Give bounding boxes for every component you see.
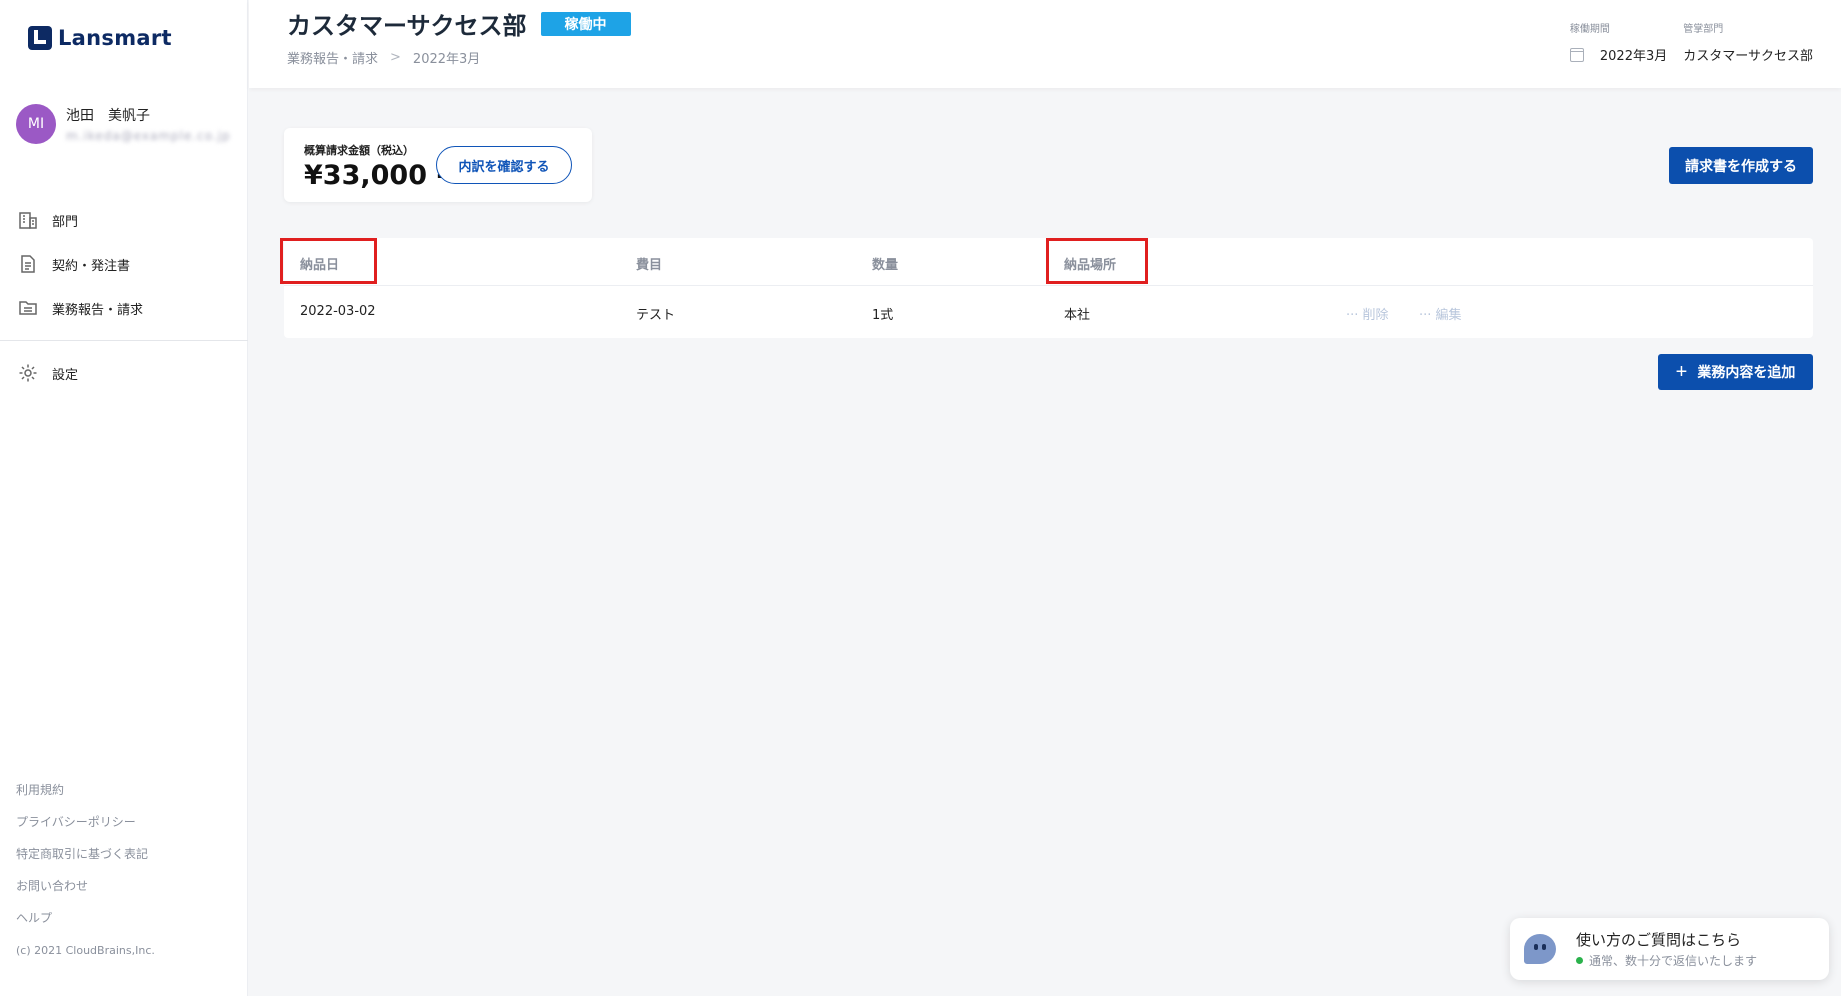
header-meta: 稼働期間 2022年3月 管掌部門 カスタマーサクセス部 xyxy=(1569,20,1813,64)
privacy-link[interactable]: プライバシーポリシー xyxy=(16,814,155,846)
chat-title: 使い方のご質問はこちら xyxy=(1576,931,1742,949)
sidebar-nav: 部門 契約・発注書 業務報告・請求 設定 xyxy=(0,198,248,395)
edit-button[interactable]: ··· 編集 xyxy=(1419,304,1462,323)
support-chat-widget[interactable]: 使い方のご質問はこちら 通常、数十分で返信いたします xyxy=(1510,918,1829,980)
nav-divider xyxy=(0,340,248,341)
breadcrumb: 業務報告・請求 > 2022年3月 xyxy=(287,48,480,67)
period-block: 稼働期間 2022年3月 xyxy=(1569,20,1668,64)
cell-qty: 1式 xyxy=(872,308,894,323)
sidebar-item-contracts[interactable]: 契約・発注書 xyxy=(0,242,248,286)
help-link[interactable]: ヘルプ xyxy=(16,910,155,942)
add-task-button[interactable]: + 業務内容を追加 xyxy=(1658,354,1813,390)
copyright: (c) 2021 CloudBrains,Inc. xyxy=(16,944,155,957)
table-row: 2022-03-02 テスト 1式 本社 ··· 削除 ··· 編集 xyxy=(284,286,1813,338)
sidebar-item-label: 部門 xyxy=(52,214,79,230)
user-name: 池田 美帆子 xyxy=(66,108,150,124)
chat-subtitle: 通常、数十分で返信いたします xyxy=(1589,954,1758,968)
chat-bubble-icon xyxy=(1524,934,1556,964)
chat-status: 通常、数十分で返信いたします xyxy=(1576,952,1757,969)
contact-link[interactable]: お問い合わせ xyxy=(16,878,155,910)
breadcrumb-item-reports[interactable]: 業務報告・請求 xyxy=(287,48,378,67)
cell-place: 本社 xyxy=(1064,308,1091,323)
sidebar-item-reports[interactable]: 業務報告・請求 xyxy=(0,286,248,330)
sidebar-item-label: 契約・発注書 xyxy=(52,258,131,274)
create-invoice-button[interactable]: 請求書を作成する xyxy=(1669,147,1813,184)
summary-amount: ¥33,000 - xyxy=(304,160,448,191)
page-title: カスタマーサクセス部 xyxy=(287,12,527,40)
dept-label: 管掌部門 xyxy=(1683,24,1724,35)
sidebar-item-departments[interactable]: 部門 xyxy=(0,198,248,242)
period-value: 2022年3月 xyxy=(1599,49,1668,64)
footer-links: 利用規約 プライバシーポリシー 特定商取引に基づく表記 お問い合わせ ヘルプ (… xyxy=(16,782,155,957)
sidebar-item-label: 業務報告・請求 xyxy=(52,302,144,318)
annotation-box-place xyxy=(1046,238,1148,284)
delete-button[interactable]: ··· 削除 xyxy=(1346,304,1389,323)
logo-text: Lansmart xyxy=(58,26,172,50)
summary-label: 概算請求金額（税込） xyxy=(304,144,414,157)
logo-icon xyxy=(28,26,52,50)
sidebar-item-label: 設定 xyxy=(52,367,79,383)
building-icon xyxy=(19,212,37,229)
document-icon xyxy=(21,255,35,273)
calendar-icon xyxy=(1569,47,1584,62)
user-email: m.ikeda@example.co.jp xyxy=(66,129,231,143)
commerce-law-link[interactable]: 特定商取引に基づく表記 xyxy=(16,846,155,878)
cell-date: 2022-03-02 xyxy=(300,304,376,319)
online-status-icon xyxy=(1576,957,1583,964)
column-header-item[interactable]: 費目 xyxy=(636,254,662,273)
page-header: カスタマーサクセス部 稼働中 業務報告・請求 > 2022年3月 稼働期間 20… xyxy=(249,0,1841,88)
user-profile[interactable]: MI 池田 美帆子 m.ikeda@example.co.jp xyxy=(16,104,231,144)
sidebar: Lansmart MI 池田 美帆子 m.ikeda@example.co.jp… xyxy=(0,0,248,996)
plus-icon: + xyxy=(1675,361,1688,383)
breadcrumb-item-month: 2022年3月 xyxy=(412,52,481,67)
estimate-summary-card: 概算請求金額（税込） ¥33,000 - 内訳を確認する xyxy=(284,128,592,202)
column-header-qty[interactable]: 数量 xyxy=(872,254,898,273)
dept-value: カスタマーサクセス部 xyxy=(1683,49,1813,64)
sidebar-item-settings[interactable]: 設定 xyxy=(0,351,248,395)
terms-link[interactable]: 利用規約 xyxy=(16,782,155,814)
status-badge: 稼働中 xyxy=(540,11,631,36)
view-breakdown-button[interactable]: 内訳を確認する xyxy=(436,146,572,184)
dept-block: 管掌部門 カスタマーサクセス部 xyxy=(1683,20,1813,64)
gear-icon xyxy=(19,364,37,382)
add-task-label: 業務内容を追加 xyxy=(1697,364,1796,380)
annotation-box-date xyxy=(280,238,377,284)
chevron-right-icon: > xyxy=(390,50,401,65)
avatar: MI xyxy=(16,104,56,144)
cell-item: テスト xyxy=(636,308,676,323)
period-label: 稼働期間 xyxy=(1569,24,1610,35)
delivery-table: 納品日 費目 数量 納品場所 2022-03-02 テスト 1式 本社 ··· … xyxy=(280,238,1813,338)
logo[interactable]: Lansmart xyxy=(28,26,172,50)
folder-icon xyxy=(19,301,37,315)
